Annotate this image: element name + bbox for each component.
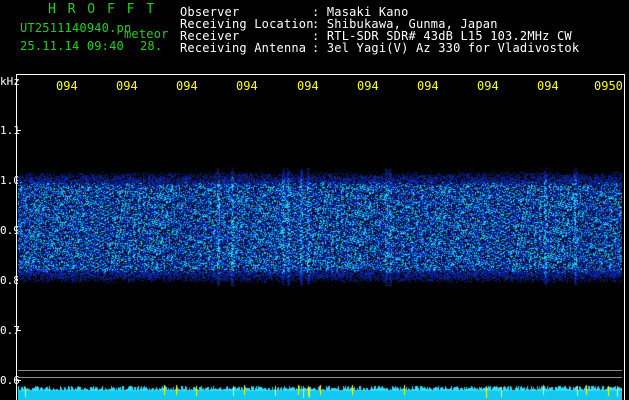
plot-frame-top [16,74,625,75]
plot-frame-right [624,74,625,400]
time-label: 094 [357,79,379,93]
field-label-antenna: Receiving Antenna [180,41,307,55]
freq-tick [16,330,21,331]
freq-tick [16,130,21,131]
field-value-antenna: : 3el Yagi(V) Az 330 for Vladivostok [312,41,580,55]
time-label: 094 [477,79,499,93]
reference-line [18,370,622,371]
freq-tick [16,380,21,381]
plot-frame-left [16,74,17,400]
freq-unit: kHz [0,75,20,88]
signal-baseline [18,383,622,400]
datetime-label: 25.11.14 09:40 [20,39,124,53]
time-label: 094 [417,79,439,93]
spectrogram-band [18,168,622,286]
reference-line [18,377,622,378]
time-label: 094 [297,79,319,93]
station-name: H R O F F T [48,2,157,17]
time-label: 094 [176,79,198,93]
time-label: 094 [116,79,138,93]
meteor-count: 28. [140,39,163,53]
time-label: 094 [537,79,559,93]
time-label: 094 [236,79,258,93]
time-label: 0950 [594,79,623,93]
time-label: 094 [56,79,78,93]
filename-label: UT2511140940.pn [20,21,132,35]
